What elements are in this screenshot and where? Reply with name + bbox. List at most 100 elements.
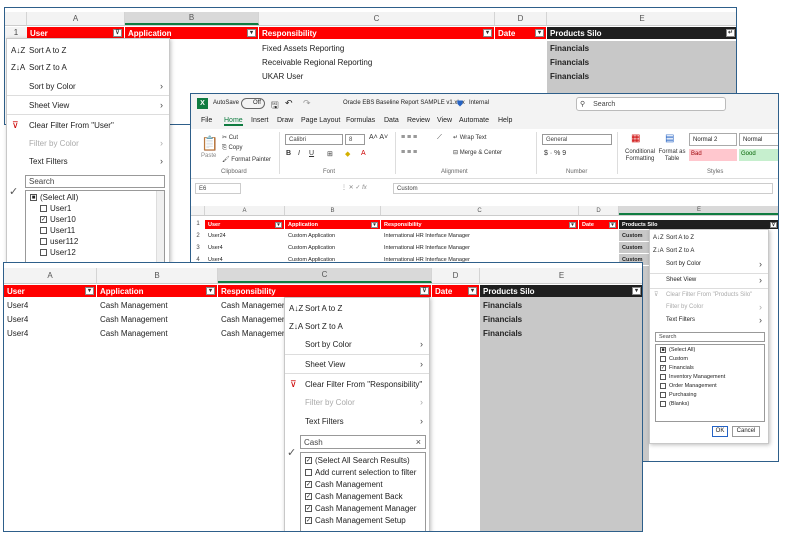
col-header-a[interactable]: A (205, 206, 285, 215)
conditional-formatting-button[interactable]: Conditional Formatting (623, 149, 657, 163)
dropdown-icon[interactable]: ▾ (535, 29, 544, 37)
list-item[interactable]: ✓ Financials (660, 365, 694, 371)
copy-button[interactable]: ⎘ Copy (222, 145, 242, 152)
list-item[interactable]: ✓ Cash Management (305, 480, 383, 489)
cell-products-silo[interactable]: Custom (619, 242, 649, 253)
number-symbols[interactable]: $ · % 9 (544, 150, 566, 157)
tab-page-layout[interactable]: Page Layout (301, 117, 340, 124)
cell-application[interactable]: Cash Management (97, 312, 168, 326)
cut-button[interactable]: ✂ Cut (222, 134, 238, 141)
col-header-e[interactable]: E (619, 206, 778, 215)
align-top-icon[interactable]: ≡ ≡ ≡ (401, 134, 417, 141)
fill-color-icon[interactable]: ◆ (345, 150, 350, 158)
style-normal[interactable]: Normal (739, 133, 778, 146)
menu-sort-by-color[interactable]: Sort by Color › (7, 78, 169, 94)
menu-sort-by-color[interactable]: Sort by Color › (285, 336, 429, 352)
border-icon[interactable]: ⊞ (327, 150, 333, 158)
cell-responsibility[interactable]: International HR Interface Manager (381, 230, 470, 241)
cell-responsibility[interactable]: Cash Management S (218, 326, 290, 340)
dropdown-icon[interactable]: ▾ (247, 29, 256, 37)
cell-user[interactable]: User4 (205, 242, 223, 253)
cell-products-silo[interactable]: Financials (547, 55, 736, 69)
format-painter-button[interactable]: 🖌 Format Painter (222, 156, 271, 163)
dropdown-icon[interactable]: ▾ (275, 221, 282, 228)
filter-active-icon[interactable]: ⊽ (770, 221, 777, 228)
menu-sort-za[interactable]: Z↓A Sort Z to A (285, 318, 429, 334)
font-size-select[interactable]: 8 (345, 134, 365, 145)
font-color-icon[interactable]: A (361, 150, 366, 157)
tab-automate[interactable]: Automate (459, 117, 489, 124)
tab-data[interactable]: Data (384, 117, 399, 124)
cell-products-silo[interactable]: Financials (480, 312, 522, 326)
list-item[interactable]: User11 (40, 226, 75, 235)
tab-review[interactable]: Review (407, 117, 430, 124)
filter-value-list[interactable]: ■ (Select All) User1 ✓ User10 User11 user1… (25, 190, 165, 264)
autosave-toggle[interactable]: Off (241, 98, 265, 109)
style-normal2[interactable]: Normal 2 (689, 133, 737, 146)
filter-active-icon[interactable]: ⊽ (113, 29, 122, 37)
conditional-formatting-icon[interactable]: ▦ (631, 133, 640, 144)
cell-products-silo[interactable]: Custom (619, 230, 649, 241)
list-item[interactable]: ✓ Cash Management Manager (305, 504, 416, 513)
row-number[interactable]: 3 (191, 242, 205, 254)
cell-user[interactable]: User24 (205, 230, 226, 241)
dropdown-icon[interactable]: ▾ (85, 287, 94, 295)
cell-responsibility[interactable]: UKAR User (259, 70, 495, 83)
menu-text-filters[interactable]: Text Filters › (285, 413, 429, 429)
col-header-d[interactable]: D (432, 268, 480, 283)
orientation-icon[interactable]: ⟋ (437, 134, 442, 142)
col-header-c[interactable]: C (218, 268, 432, 283)
cell-user[interactable]: User4 (4, 298, 28, 312)
list-item[interactable]: ■ (Select All) (660, 347, 695, 353)
filter-active-icon[interactable]: ⊽ (420, 287, 429, 295)
merge-center-button[interactable]: ⊟ Merge & Center (453, 149, 502, 156)
dropdown-icon[interactable]: ▾ (483, 29, 492, 37)
col-header-a[interactable]: A (4, 268, 97, 283)
tab-file[interactable]: File (201, 117, 212, 124)
name-box[interactable]: E6 (195, 183, 241, 194)
cell-responsibility[interactable]: Receivable Regional Reporting (259, 56, 495, 69)
search-input[interactable]: Search (25, 175, 165, 188)
corner-select-all[interactable] (5, 12, 27, 25)
filter-value-list[interactable]: ✓ (Select All Search Results) Add current… (300, 452, 426, 531)
wrap-text-button[interactable]: ↵ Wrap Text (453, 134, 487, 141)
list-item[interactable]: Purchasing (660, 392, 697, 398)
col-header-d[interactable]: D (495, 12, 547, 25)
tab-home[interactable]: Home (224, 117, 243, 126)
menu-sort-az[interactable]: A↓Z Sort A to Z (650, 232, 768, 244)
list-item[interactable]: (Blanks) (660, 401, 689, 407)
cell-application[interactable]: Cash Management (97, 298, 168, 312)
paste-icon[interactable]: 📋 (201, 135, 218, 152)
list-item[interactable]: Custom (660, 356, 688, 362)
list-item[interactable]: ■ (Select All) (30, 193, 78, 202)
sensitivity-label[interactable]: Internal (469, 100, 489, 106)
menu-sort-za[interactable]: Z↓A Sort Z to A (7, 59, 169, 75)
cell-responsibility[interactable]: Cash Management B (218, 298, 290, 312)
list-item[interactable]: user112 (40, 237, 78, 246)
list-item[interactable]: User12 (40, 248, 76, 257)
align-left-icon[interactable]: ≡ ≡ ≡ (401, 149, 417, 156)
col-header-b[interactable]: B (125, 12, 259, 25)
list-item[interactable]: ✓ Cash Management Back (305, 492, 403, 501)
menu-sheet-view[interactable]: Sheet View › (285, 356, 429, 372)
font-name-select[interactable]: Calibri (285, 134, 343, 145)
dropdown-icon[interactable]: ▾ (609, 221, 616, 228)
cell-products-silo[interactable]: Financials (480, 298, 522, 312)
cell-responsibility[interactable]: International HR Interface Manager (381, 242, 470, 253)
col-header-a[interactable]: A (27, 12, 125, 25)
col-header-e[interactable]: E (547, 12, 736, 25)
col-header-b[interactable]: B (285, 206, 381, 215)
menu-sheet-view[interactable]: Sheet View › (7, 97, 169, 113)
menu-sort-az[interactable]: A↓Z Sort A to Z (7, 42, 169, 58)
menu-sheet-view[interactable]: Sheet View › (650, 273, 768, 285)
increase-font-icon[interactable]: A˄ A˅ (369, 134, 388, 141)
col-header-e[interactable]: E (480, 268, 642, 283)
close-icon[interactable]: × (416, 437, 421, 447)
list-item[interactable]: Order Management (660, 383, 717, 389)
cell-application[interactable]: Cash Management (97, 326, 168, 340)
row-number[interactable]: 1 (191, 218, 205, 230)
paste-button[interactable]: Paste (201, 153, 216, 159)
dropdown-icon[interactable]: ↵ (726, 29, 735, 37)
menu-clear-filter[interactable]: ⊽ Clear Filter From "Products Silo" (650, 288, 768, 300)
menu-sort-az[interactable]: A↓Z Sort A to Z (285, 300, 429, 316)
